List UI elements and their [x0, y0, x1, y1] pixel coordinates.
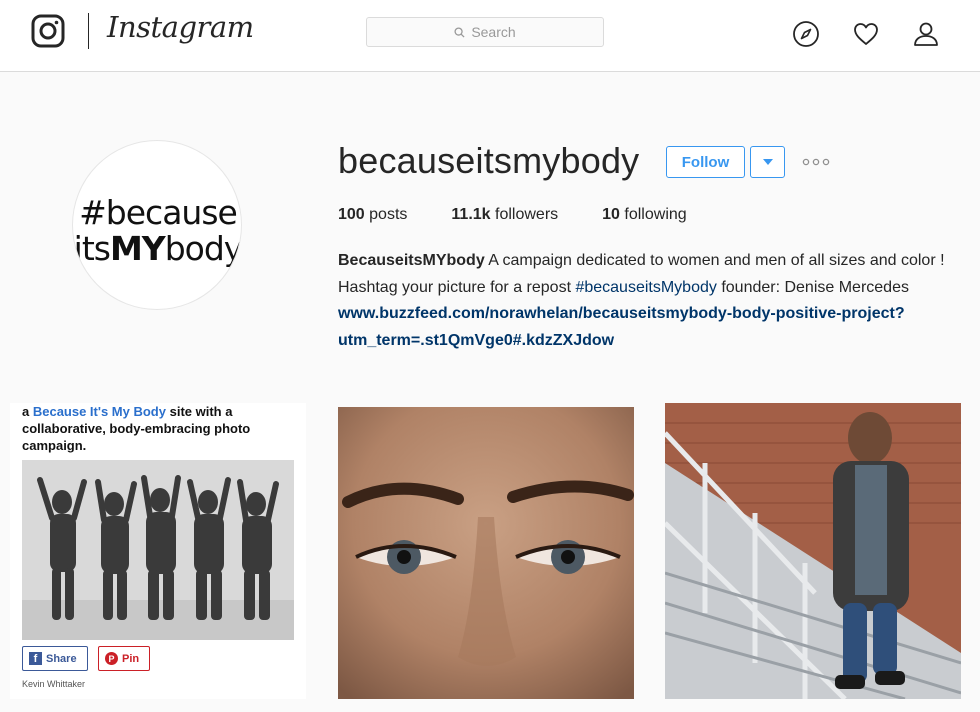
avatar-text-line2: itsMYbody: [73, 229, 242, 268]
heart-icon[interactable]: [852, 20, 880, 48]
man-on-stairs-image: [665, 403, 961, 699]
user-icon[interactable]: [912, 20, 940, 48]
logo-divider: [88, 13, 89, 49]
bio-hashtag-link[interactable]: #becauseitsMybody: [575, 279, 716, 296]
photo-credit: Kevin Whittaker: [22, 679, 86, 689]
face-closeup-image: [338, 407, 634, 699]
more-options-icon[interactable]: [802, 157, 830, 167]
post1-text-pre: a: [22, 404, 33, 419]
posts-label: posts: [369, 206, 408, 223]
follow-button[interactable]: Follow: [666, 146, 745, 178]
avatar-text-its: its: [73, 229, 111, 268]
profile-avatar: #because itsMYbody: [72, 140, 242, 310]
posts-count: 100: [338, 206, 365, 223]
search-placeholder: Search: [471, 24, 516, 40]
compass-icon[interactable]: [792, 20, 820, 48]
instagram-wordmark[interactable]: Instagram: [107, 10, 254, 44]
share-label: Share: [46, 652, 77, 665]
avatar-text-body: body: [164, 229, 242, 268]
followers-label: followers: [495, 206, 559, 223]
followers-count: 11.1k: [451, 206, 491, 223]
avatar-text-my: MY: [109, 229, 166, 268]
pinterest-icon: P: [105, 652, 118, 665]
following-stat[interactable]: 10 following: [602, 206, 687, 224]
suggestions-dropdown-button[interactable]: [750, 146, 785, 178]
post1-caption-text: a Because It's My Body site with a colla…: [22, 403, 302, 454]
bio-text-2: founder: Denise Mercedes: [716, 278, 909, 296]
profile-bio: BecauseitsMYbody A campaign dedicated to…: [338, 248, 958, 354]
search-icon: [454, 26, 465, 38]
bio-full-name: BecauseitsMYbody: [338, 252, 485, 269]
profile-username: becauseitsmybody: [338, 140, 640, 181]
following-label: following: [624, 206, 687, 223]
search-input[interactable]: Search: [366, 17, 604, 47]
avatar-text-line1: #because: [79, 193, 238, 232]
post1-text-link: Because It's My Body: [32, 404, 166, 419]
caret-down-icon: [762, 159, 773, 165]
post1-group-photo: [22, 460, 294, 640]
following-count: 10: [602, 206, 620, 223]
pinterest-pin-button[interactable]: P Pin: [98, 646, 150, 671]
bio-website-link[interactable]: www.buzzfeed.com/norawhelan/becauseitsmy…: [338, 305, 905, 349]
instagram-camera-icon[interactable]: [31, 14, 65, 48]
top-nav-bar: Instagram Search: [0, 0, 980, 72]
profile-stats: 100 posts 11.1k followers 10 following: [338, 206, 731, 224]
post-thumbnail-2[interactable]: [338, 407, 634, 699]
facebook-share-button[interactable]: f Share: [22, 646, 88, 671]
post-thumbnail-3[interactable]: [665, 403, 961, 699]
posts-stat: 100 posts: [338, 206, 407, 224]
post-thumbnail-1[interactable]: a Because It's My Body site with a colla…: [10, 403, 306, 699]
pin-label: Pin: [122, 652, 140, 665]
facebook-icon: f: [29, 652, 42, 665]
group-photo-image: [22, 460, 294, 640]
followers-stat[interactable]: 11.1k followers: [451, 206, 558, 224]
